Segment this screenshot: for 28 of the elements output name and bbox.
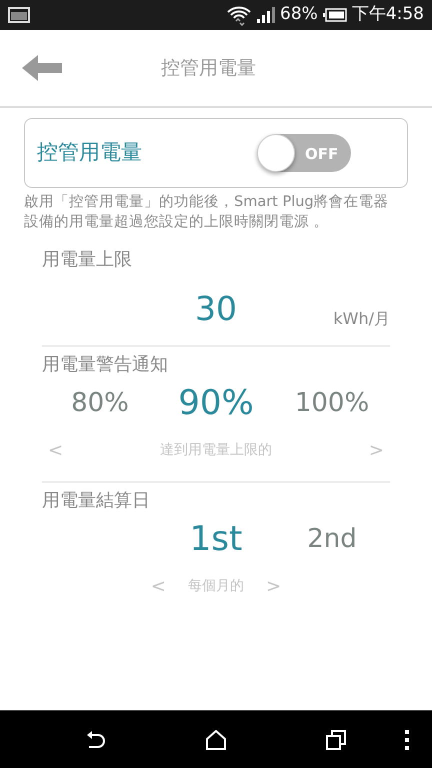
picker-option[interactable]: 90% bbox=[178, 378, 254, 429]
picker-option[interactable]: 1st bbox=[190, 514, 242, 565]
back-nav-icon[interactable] bbox=[86, 730, 106, 748]
picker-option[interactable]: 2nd bbox=[307, 520, 357, 559]
back-button[interactable] bbox=[22, 53, 64, 83]
section-label: 用電量上限 bbox=[42, 248, 133, 272]
control-label: 控管用電量 bbox=[37, 139, 142, 166]
page-title: 控管用電量 bbox=[161, 56, 256, 81]
battery-icon bbox=[322, 7, 348, 23]
wifi-icon bbox=[226, 4, 252, 26]
toggle-switch[interactable]: OFF bbox=[259, 134, 351, 172]
picker-option[interactable]: 80% bbox=[71, 384, 129, 423]
section-label: 用電量結算日 bbox=[42, 489, 151, 513]
limit-value: 30 bbox=[195, 288, 237, 330]
signal-icon bbox=[256, 7, 276, 23]
unit-label: kWh/月 bbox=[333, 308, 390, 330]
back-arrow-icon bbox=[22, 55, 62, 81]
section-label: 用電量警告通知 bbox=[42, 353, 169, 377]
picker-option[interactable]: 100% bbox=[294, 384, 370, 423]
home-icon[interactable] bbox=[206, 730, 226, 750]
menu-icon[interactable] bbox=[405, 730, 409, 750]
battery-percent: 68% bbox=[280, 3, 318, 26]
gallery-icon bbox=[8, 7, 30, 23]
picker-hint: 達到用電量上限的 bbox=[160, 440, 272, 460]
recent-apps-icon[interactable] bbox=[326, 730, 346, 750]
clock-time: 下午4:58 bbox=[352, 3, 424, 26]
description-text: 啟用「控管用電量」的功能後，Smart Plug將會在電器設備的用電量超過您設定的上限時關閉電源 。 bbox=[24, 193, 390, 232]
picker-hint: 每個月的 bbox=[188, 576, 244, 596]
